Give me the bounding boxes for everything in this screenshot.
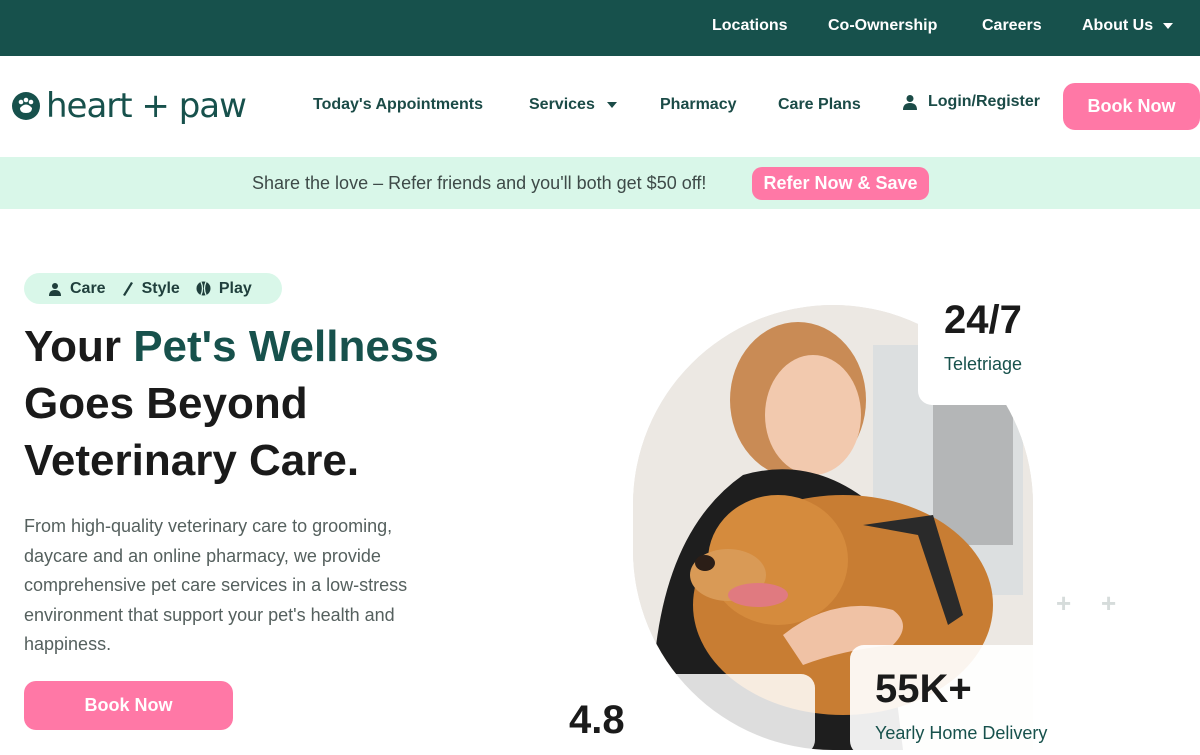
topbar-link-about-us[interactable]: About Us xyxy=(1082,17,1174,35)
stat-value: 4.8 xyxy=(569,698,625,742)
tag-play: Play xyxy=(196,280,252,298)
topbar-link-co-ownership[interactable]: Co-Ownership xyxy=(828,17,937,35)
chevron-down-icon xyxy=(1163,22,1174,29)
decorative-plus-icon: + xyxy=(1056,588,1072,618)
referral-text: Share the love – Refer friends and you'l… xyxy=(252,173,707,193)
login-label: Login/Register xyxy=(928,93,1041,110)
refer-now-button[interactable]: Refer Now & Save xyxy=(752,167,929,200)
stat-value: 24/7 xyxy=(944,298,1022,342)
stat-value: 55K+ xyxy=(875,667,972,711)
tag-care: Care xyxy=(48,280,106,298)
paw-heart-icon xyxy=(12,92,40,120)
stat-card-home-delivery: 55K+ Yearly Home Delivery xyxy=(850,645,1130,755)
tag-care-label: Care xyxy=(70,279,106,297)
decorative-plus-icon: + xyxy=(1101,588,1117,618)
nav-item-services[interactable]: Services xyxy=(529,96,617,114)
logo[interactable]: heart + paw xyxy=(12,86,247,126)
ball-icon xyxy=(196,281,211,296)
person-icon xyxy=(49,282,61,296)
stat-card-rating: 4.8 xyxy=(545,674,815,754)
comb-icon xyxy=(122,281,133,296)
nav-item-pharmacy[interactable]: Pharmacy xyxy=(660,96,737,114)
hero-description: From high-quality veterinary care to gro… xyxy=(24,516,408,654)
main-nav: heart + paw Today's Appointments Service… xyxy=(0,56,1200,157)
tag-play-label: Play xyxy=(218,279,252,297)
hero-title-part1: Your xyxy=(24,322,134,371)
service-tags: Care Style Play xyxy=(24,273,282,304)
tag-style: Style xyxy=(122,280,180,298)
topbar-link-locations[interactable]: Locations xyxy=(712,17,788,35)
topbar-link-careers[interactable]: Careers xyxy=(982,17,1042,35)
stat-label: Teletriage xyxy=(944,354,1023,374)
tag-style-label: Style xyxy=(141,279,180,297)
hero-title-part2: Goes Beyond Veterinary Care. xyxy=(24,379,360,485)
logo-text: heart + paw xyxy=(46,86,247,126)
services-label: Services xyxy=(529,96,595,113)
stat-card-teletriage: 24/7 Teletriage xyxy=(918,290,1078,405)
stat-label: Yearly Home Delivery xyxy=(875,723,1048,743)
referral-banner: Share the love – Refer friends and you'l… xyxy=(0,157,1200,209)
chevron-down-icon xyxy=(606,101,617,108)
user-icon xyxy=(903,95,917,110)
book-now-button-hero[interactable]: Book Now xyxy=(24,681,233,730)
nav-item-todays-appointments[interactable]: Today's Appointments xyxy=(313,96,483,114)
about-us-label: About Us xyxy=(1082,17,1154,34)
hero-title-accent: Pet's Wellness xyxy=(133,322,439,371)
hero-title: Your Pet's Wellness Goes Beyond Veterinar… xyxy=(24,318,484,489)
book-now-button-header[interactable]: Book Now xyxy=(1063,83,1200,130)
top-utility-bar: Locations Co-Ownership Careers About Us xyxy=(0,0,1200,56)
nav-item-care-plans[interactable]: Care Plans xyxy=(778,96,861,114)
login-register-link[interactable]: Login/Register xyxy=(902,93,1040,111)
